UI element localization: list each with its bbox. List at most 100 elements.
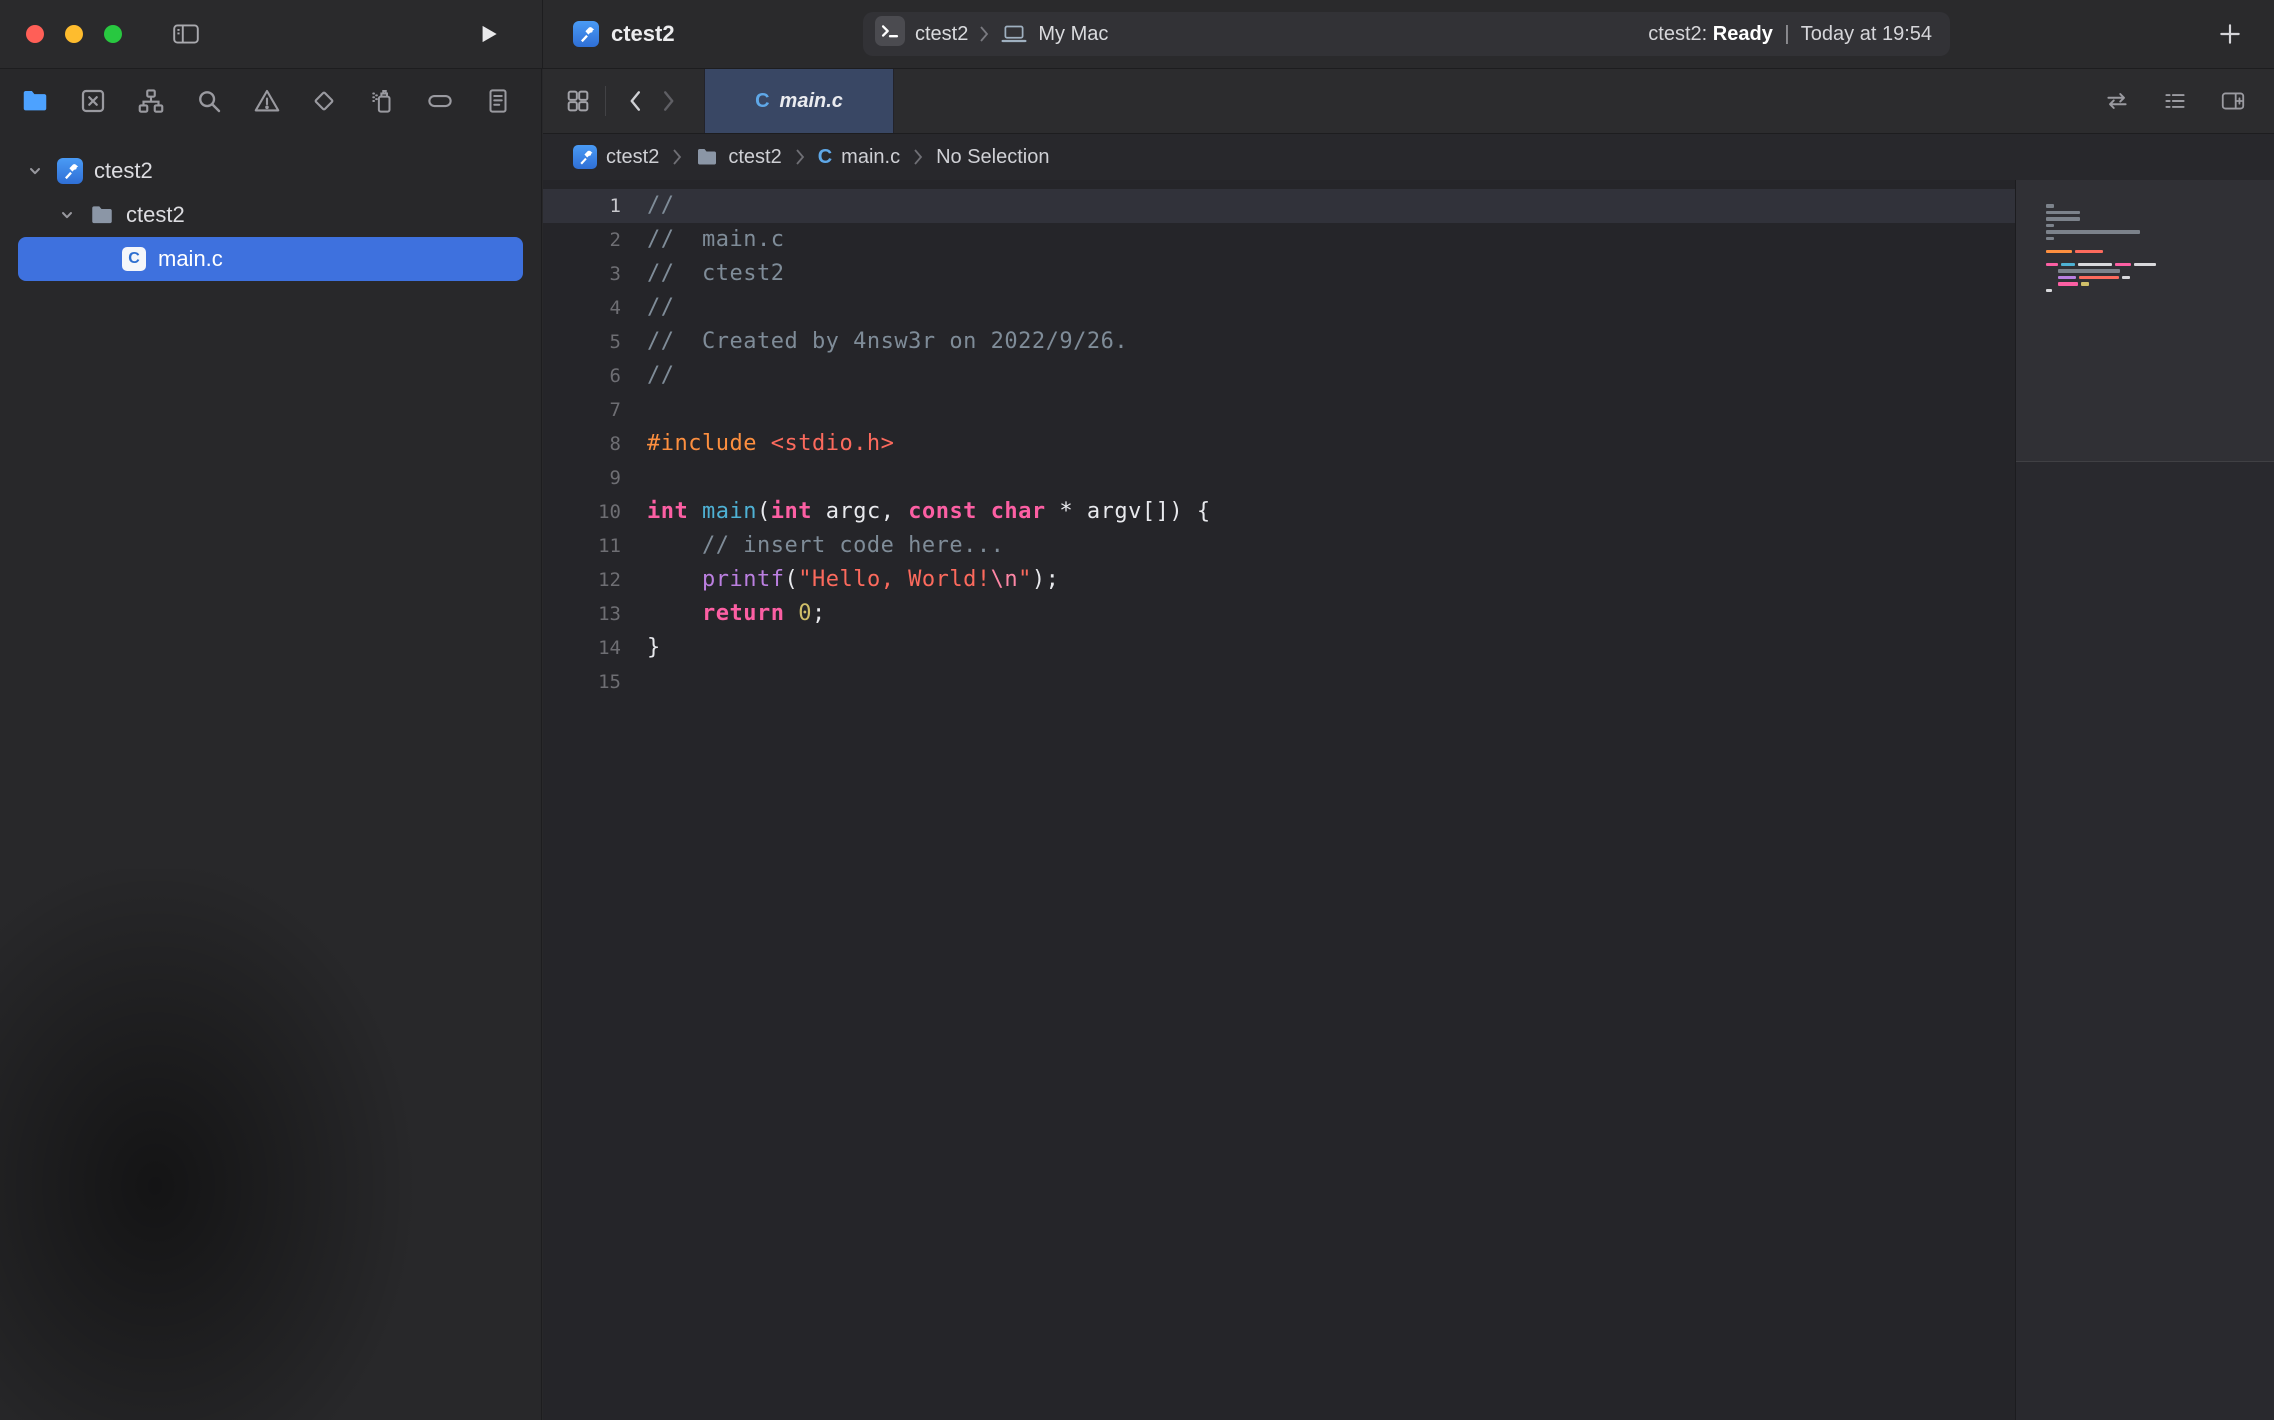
line-number[interactable]: 5	[543, 325, 621, 359]
project-navigator-tree: ctest2ctest2Cmain.c	[0, 133, 541, 281]
code-text: printf("Hello, World!\n");	[621, 563, 1059, 597]
add-button[interactable]	[2212, 16, 2248, 52]
disclosure-chevron-icon[interactable]	[22, 163, 48, 179]
chevron-right-icon	[978, 24, 990, 44]
jump-bar: ctest2 ctest2 Cmain.c No Selection	[543, 134, 2274, 180]
tree-item-main-c[interactable]: Cmain.c	[18, 237, 523, 281]
code-line-5[interactable]: 5// Created by 4nsw3r on 2022/9/26.	[543, 325, 2015, 359]
line-number[interactable]: 9	[543, 461, 621, 495]
editor-options-icon[interactable]	[2160, 86, 2190, 116]
line-number[interactable]: 15	[543, 665, 621, 699]
code-line-8[interactable]: 8#include <stdio.h>	[543, 427, 2015, 461]
minimap-mark	[2046, 217, 2080, 221]
scheme-destination[interactable]: My Mac	[1000, 23, 1108, 46]
report-navigator-icon[interactable]	[477, 80, 519, 122]
source-editor: 1//2// main.c3// ctest24//5// Created by…	[543, 180, 2274, 1420]
minimap-row	[2046, 211, 2256, 215]
breakpoint-navigator-icon[interactable]	[419, 80, 461, 122]
code-text	[621, 461, 647, 495]
line-number[interactable]: 14	[543, 631, 621, 665]
line-number[interactable]: 3	[543, 257, 621, 291]
scheme-target-icon	[875, 16, 905, 52]
related-items-icon[interactable]	[563, 86, 593, 116]
breadcrumb-item-ctest2[interactable]: ctest2	[695, 145, 781, 169]
issue-navigator-icon[interactable]	[246, 80, 288, 122]
minimap-mark	[2046, 211, 2080, 215]
line-number[interactable]: 6	[543, 359, 621, 393]
xcode-window: ctest2 ctest2 My Mac ctest2: Ready | Tod…	[0, 0, 2274, 1420]
code-line-2[interactable]: 2// main.c	[543, 223, 2015, 257]
line-number[interactable]: 7	[543, 393, 621, 427]
breadcrumb-label: No Selection	[936, 146, 1049, 169]
code-line-7[interactable]: 7	[543, 393, 2015, 427]
project-navigator-icon[interactable]	[14, 80, 56, 122]
tree-item-label: main.c	[158, 246, 223, 272]
code-line-15[interactable]: 15	[543, 665, 2015, 699]
breadcrumb-item-No-Selection[interactable]: No Selection	[936, 146, 1049, 169]
code-line-10[interactable]: 10int main(int argc, const char * argv[]…	[543, 495, 2015, 529]
breadcrumb-item-main-c[interactable]: Cmain.c	[818, 146, 900, 169]
disclosure-chevron-icon[interactable]	[54, 207, 80, 223]
line-number[interactable]: 11	[543, 529, 621, 563]
test-navigator-icon[interactable]	[303, 80, 345, 122]
scheme-target[interactable]: ctest2	[875, 16, 968, 52]
code-line-9[interactable]: 9	[543, 461, 2015, 495]
code-text: // insert code here...	[621, 529, 1004, 563]
c-file-icon: C	[122, 247, 146, 271]
minimap-row	[2046, 256, 2256, 260]
code-line-1[interactable]: 1//	[543, 189, 2015, 223]
line-number[interactable]: 8	[543, 427, 621, 461]
navigator-icon-strip	[0, 69, 541, 133]
find-navigator-icon[interactable]	[188, 80, 230, 122]
line-number[interactable]: 4	[543, 291, 621, 325]
code-review-icon[interactable]	[2102, 86, 2132, 116]
status-state: Ready	[1713, 23, 1773, 45]
minimap-row	[2046, 204, 2256, 208]
chevron-right-icon	[912, 147, 924, 167]
go-back-button[interactable]	[618, 84, 652, 118]
symbol-navigator-icon[interactable]	[130, 80, 172, 122]
source-control-navigator-icon[interactable]	[72, 80, 114, 122]
zoom-window-button[interactable]	[104, 25, 122, 43]
line-number[interactable]: 12	[543, 563, 621, 597]
line-number[interactable]: 1	[543, 189, 621, 223]
toggle-sidebar-button[interactable]	[166, 17, 206, 51]
tree-item-ctest2[interactable]: ctest2	[18, 149, 523, 193]
close-window-button[interactable]	[26, 25, 44, 43]
code-text: return 0;	[621, 597, 826, 631]
add-editor-icon[interactable]	[2218, 86, 2248, 116]
tab-main-c[interactable]: C main.c	[704, 69, 894, 133]
minimap[interactable]	[2015, 180, 2274, 1420]
status-time: Today at 19:54	[1801, 23, 1932, 45]
status-separator: |	[1784, 23, 1789, 45]
code-area[interactable]: 1//2// main.c3// ctest24//5// Created by…	[543, 180, 2015, 1420]
go-forward-button[interactable]	[652, 84, 686, 118]
code-line-11[interactable]: 11 // insert code here...	[543, 529, 2015, 563]
minimize-window-button[interactable]	[65, 25, 83, 43]
code-text: #include <stdio.h>	[621, 427, 894, 461]
line-number[interactable]: 10	[543, 495, 621, 529]
folder-icon	[88, 202, 116, 228]
code-line-6[interactable]: 6//	[543, 359, 2015, 393]
code-line-14[interactable]: 14}	[543, 631, 2015, 665]
scheme-destination-label: My Mac	[1038, 23, 1108, 46]
minimap-row	[2046, 224, 2256, 228]
code-text	[621, 665, 647, 699]
tree-item-ctest2[interactable]: ctest2	[18, 193, 523, 237]
minimap-mark	[2046, 204, 2054, 208]
run-button[interactable]	[468, 14, 508, 54]
line-number[interactable]: 13	[543, 597, 621, 631]
code-text: }	[621, 631, 661, 665]
code-line-3[interactable]: 3// ctest2	[543, 257, 2015, 291]
line-number[interactable]: 2	[543, 223, 621, 257]
minimap-mark	[2046, 250, 2072, 254]
minimap-mark	[2046, 237, 2054, 241]
code-line-12[interactable]: 12 printf("Hello, World!\n");	[543, 563, 2015, 597]
titlebar-left	[0, 0, 543, 68]
code-line-4[interactable]: 4//	[543, 291, 2015, 325]
minimap-row	[2046, 263, 2256, 267]
debug-navigator-icon[interactable]	[361, 80, 403, 122]
breadcrumb-item-ctest2[interactable]: ctest2	[573, 145, 659, 169]
code-line-13[interactable]: 13 return 0;	[543, 597, 2015, 631]
code-text: // main.c	[621, 223, 784, 257]
